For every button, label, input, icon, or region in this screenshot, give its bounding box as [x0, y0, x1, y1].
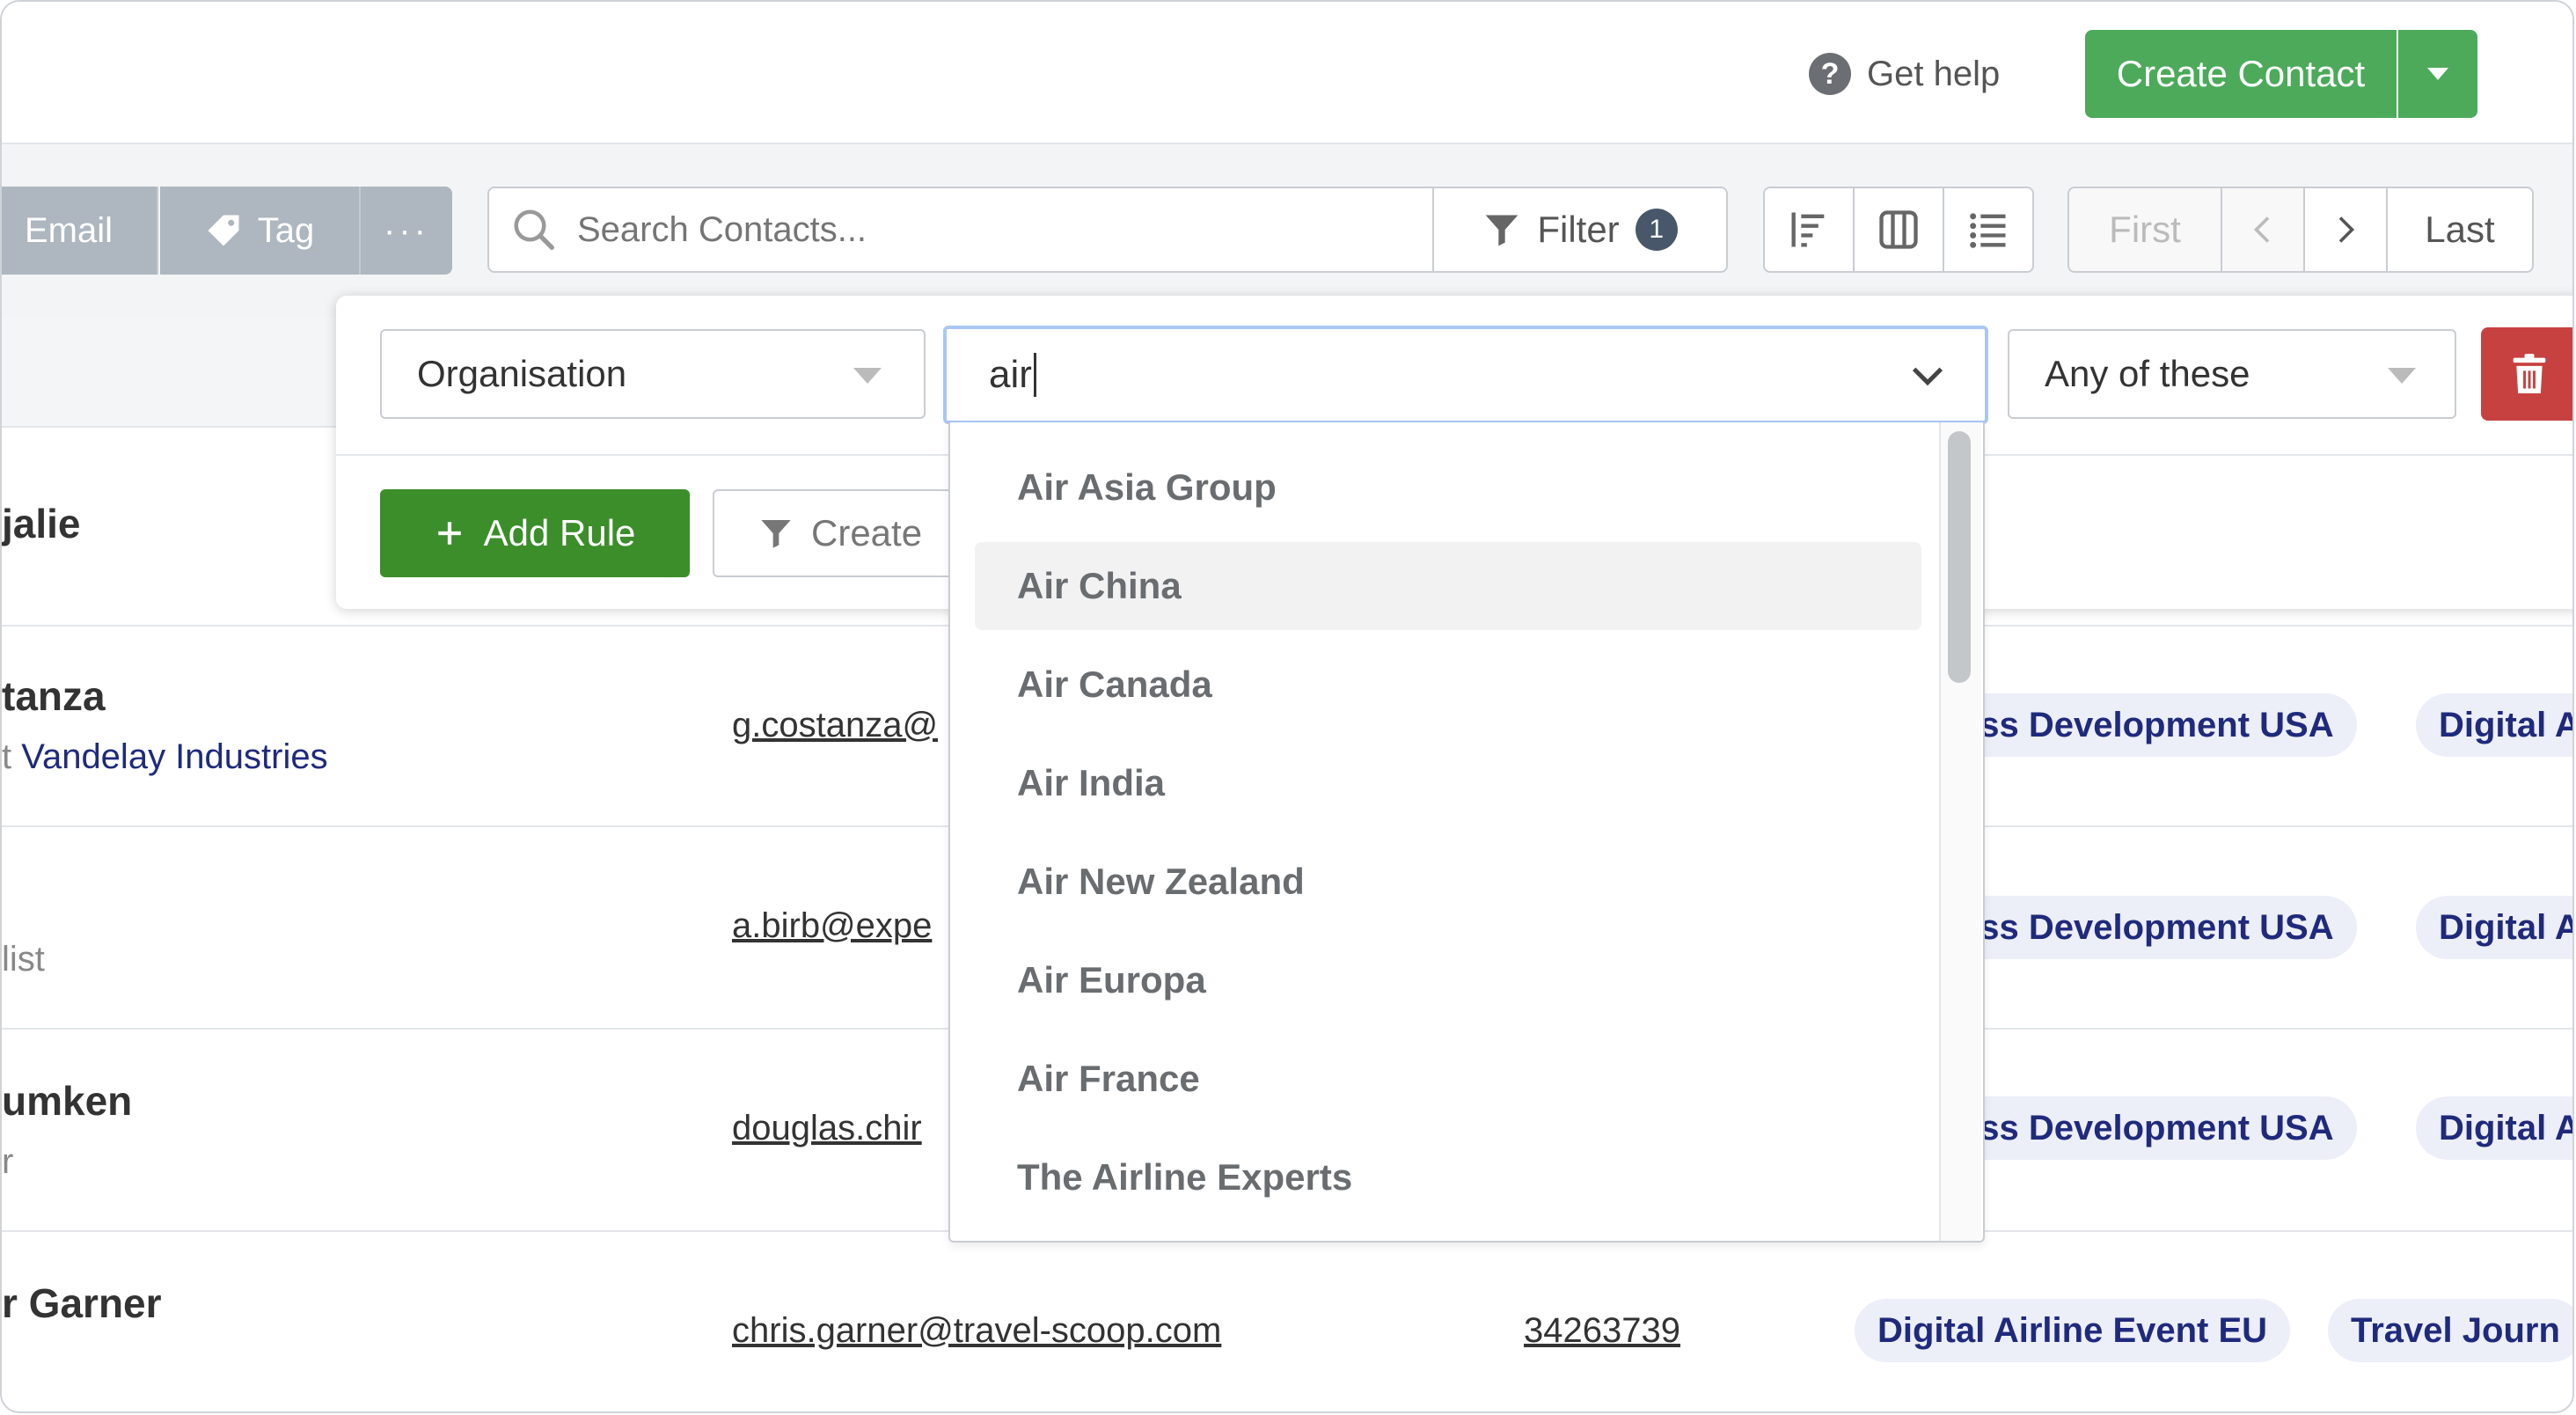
top-bar: ? Get help Create Contact [2, 2, 2572, 144]
funnel-icon [761, 520, 791, 548]
option-item[interactable]: The Airline Experts [975, 1133, 1921, 1221]
contact-name: tanza [2, 673, 106, 719]
app-window: ? Get help Create Contact Email Tag ··· … [0, 0, 2574, 1413]
bulk-email-button[interactable]: Email [2, 187, 158, 275]
option-item[interactable]: Air Asia Group [975, 444, 1921, 532]
more-actions-button[interactable]: ··· [361, 187, 452, 275]
contact-subtitle: t Vandelay Industries [2, 737, 328, 777]
add-rule-label: Add Rule [483, 512, 636, 554]
option-item[interactable]: Air Canada [975, 641, 1921, 729]
organisation-options-dropdown: Air Asia Group Air China Air Canada Air … [948, 422, 1985, 1243]
add-rule-button[interactable]: Add Rule [380, 489, 690, 577]
search-icon [514, 209, 554, 250]
match-select-value: Any of these [2045, 353, 2250, 394]
chevron-down-icon [1912, 367, 1943, 386]
contact-email[interactable]: chris.garner@travel-scoop.com [732, 1311, 1221, 1351]
delete-rule-button[interactable] [2481, 327, 2572, 421]
list-icon [1970, 213, 2006, 248]
contact-name: jalie [2, 501, 81, 546]
columns-icon [1879, 210, 1918, 249]
first-page-button[interactable]: First [2067, 187, 2222, 273]
organisation-value-input[interactable]: air [943, 326, 1988, 424]
prev-page-button[interactable] [2221, 187, 2305, 273]
search-input[interactable] [575, 209, 1371, 251]
match-select[interactable]: Any of these [2008, 329, 2456, 419]
caret-down-icon [853, 368, 882, 384]
contact-email[interactable]: douglas.chir [732, 1109, 922, 1148]
text-cursor [1033, 353, 1036, 397]
contact-email[interactable]: a.birb@expe [732, 906, 932, 946]
contact-name: r Garner [2, 1280, 162, 1326]
filter-label: Filter [1537, 209, 1620, 250]
get-help-label: Get help [1867, 54, 2001, 93]
option-item-highlighted[interactable]: Air China [975, 542, 1921, 630]
caret-down-icon [2388, 368, 2416, 384]
contact-subtitle: list [2, 940, 45, 979]
filter-button[interactable]: Filter 1 [1432, 187, 1728, 273]
tag-pill[interactable]: Digital A [2416, 693, 2572, 757]
create-filter-label: Create [811, 512, 923, 554]
tag-icon [208, 215, 239, 246]
bulk-tag-button[interactable]: Tag [160, 187, 361, 275]
create-contact-button[interactable]: Create Contact [2085, 30, 2397, 118]
funnel-icon [1485, 215, 1519, 246]
last-page-button[interactable]: Last [2386, 187, 2534, 273]
contact-subtitle-prefix: t [2, 737, 22, 776]
chevron-right-icon [2338, 216, 2355, 243]
contact-subtitle: r [2, 1142, 14, 1181]
create-filter-button[interactable]: Create [713, 489, 977, 577]
sort-icon [1791, 212, 1825, 247]
field-select-value: Organisation [417, 353, 627, 394]
columns-button[interactable] [1853, 187, 1944, 273]
option-item[interactable]: Air New Zealand [975, 838, 1921, 926]
bulk-tag-label: Tag [257, 210, 315, 250]
tag-pill[interactable]: ess Development USA [1937, 693, 2357, 757]
option-item[interactable]: Air France [975, 1035, 1921, 1123]
contact-email[interactable]: g.costanza@ [732, 706, 938, 745]
option-item[interactable]: Air Europa [975, 936, 1921, 1024]
plus-icon [437, 522, 461, 545]
dropdown-scrollbar-thumb[interactable] [1948, 431, 1971, 683]
tag-pill[interactable]: Digital Airline Event EU [1855, 1299, 2291, 1362]
filter-count-badge: 1 [1635, 209, 1678, 251]
sort-button[interactable] [1763, 187, 1855, 273]
option-item[interactable]: Air India [975, 739, 1921, 827]
tag-pill[interactable]: ess Development USA [1937, 896, 2357, 959]
organisation-value-text: air [989, 353, 1032, 396]
tag-pill[interactable]: Travel Journ [2328, 1299, 2572, 1362]
trash-icon [2513, 354, 2546, 393]
help-icon: ? [1809, 53, 1851, 95]
tag-pill[interactable]: Digital A [2416, 1096, 2572, 1160]
list-view-button[interactable] [1943, 187, 2034, 273]
caret-down-icon [2427, 68, 2448, 80]
field-select[interactable]: Organisation [380, 329, 926, 419]
search-box [487, 187, 1434, 273]
next-page-button[interactable] [2303, 187, 2388, 273]
organisation-link[interactable]: Vandelay Industries [21, 737, 327, 776]
contact-phone[interactable]: 34263739 [1524, 1311, 1680, 1351]
tag-pill[interactable]: Digital A [2416, 896, 2572, 959]
create-contact-menu-button[interactable] [2398, 30, 2477, 118]
tag-pill[interactable]: ess Development USA [1937, 1096, 2357, 1160]
contact-name: umken [2, 1078, 133, 1124]
get-help-link[interactable]: ? Get help [1809, 51, 2000, 97]
chevron-left-icon [2253, 216, 2270, 243]
